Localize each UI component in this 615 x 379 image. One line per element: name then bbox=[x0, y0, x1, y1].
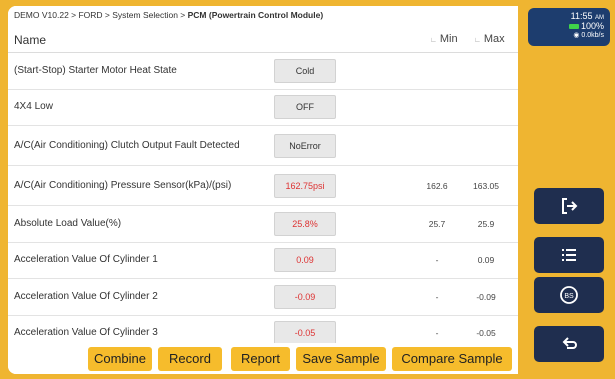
main-screen: DEMO V10.22 > FORD > System Selection > … bbox=[8, 6, 518, 374]
row-name: 4X4 Low bbox=[14, 101, 53, 113]
row-max: 0.09 bbox=[477, 255, 495, 266]
row-min: 25.7 bbox=[428, 218, 446, 229]
row-value: 162.75psi bbox=[274, 173, 336, 198]
row-name: A/C(Air Conditioning) Clutch Output Faul… bbox=[14, 139, 240, 151]
compare-sample-button[interactable]: Compare Sample bbox=[392, 347, 512, 371]
row-name: Acceleration Value Of Cylinder 1 bbox=[14, 254, 158, 266]
battery-level: 100% bbox=[580, 21, 604, 31]
status-panel: 11:55 AM 100% ◉ 0.0kb/s bbox=[528, 8, 610, 46]
row-value: -0.05 bbox=[274, 321, 336, 346]
row-name: (Start-Stop) Starter Motor Heat State bbox=[14, 64, 177, 76]
sort-icon: ∟ bbox=[474, 37, 481, 44]
row-max: -0.09 bbox=[476, 291, 496, 302]
report-button[interactable]: Report bbox=[231, 347, 290, 371]
table-row[interactable]: (Start-Stop) Starter Motor Heat State Co… bbox=[8, 53, 518, 90]
column-min[interactable]: ∟ Min bbox=[430, 33, 458, 45]
svg-text:BS: BS bbox=[564, 293, 574, 300]
breadcrumb-path: DEMO V10.22 > FORD > System Selection > bbox=[14, 10, 188, 20]
clock-time: 11:55 bbox=[570, 11, 593, 21]
exit-icon bbox=[562, 198, 578, 214]
row-value: OFF bbox=[274, 95, 336, 120]
row-name: Acceleration Value Of Cylinder 2 bbox=[14, 290, 158, 302]
bs-icon: BS bbox=[560, 286, 578, 304]
table-row[interactable]: Absolute Load Value(%) 25.8% 25.7 25.9 bbox=[8, 206, 518, 243]
row-min: 162.6 bbox=[426, 180, 448, 191]
row-value: 25.8% bbox=[274, 211, 336, 236]
record-button[interactable]: Record bbox=[158, 347, 222, 371]
clock: 11:55 AM bbox=[528, 8, 604, 21]
table-row[interactable]: A/C(Air Conditioning) Pressure Sensor(kP… bbox=[8, 166, 518, 206]
table-row[interactable]: Acceleration Value Of Cylinder 1 0.09 - … bbox=[8, 243, 518, 279]
column-max[interactable]: ∟ Max bbox=[474, 33, 505, 45]
back-button[interactable] bbox=[534, 326, 604, 362]
column-max-label: Max bbox=[483, 33, 505, 45]
table-row[interactable]: A/C(Air Conditioning) Clutch Output Faul… bbox=[8, 126, 518, 166]
column-name: Name bbox=[14, 33, 47, 47]
breadcrumb-current: PCM (Powertrain Control Module) bbox=[187, 10, 324, 20]
list-button[interactable] bbox=[534, 237, 604, 273]
bs-button[interactable]: BS bbox=[534, 277, 604, 313]
network-speed: 0.0kb/s bbox=[581, 32, 604, 39]
battery-indicator: 100% bbox=[528, 21, 604, 31]
save-sample-button[interactable]: Save Sample bbox=[296, 347, 386, 371]
breadcrumb: DEMO V10.22 > FORD > System Selection > … bbox=[8, 6, 518, 21]
row-value: -0.09 bbox=[274, 284, 336, 309]
combine-button[interactable]: Combine bbox=[88, 347, 152, 371]
row-name: A/C(Air Conditioning) Pressure Sensor(kP… bbox=[14, 179, 232, 191]
row-min: - bbox=[435, 255, 439, 266]
network-indicator: ◉ 0.0kb/s bbox=[528, 31, 604, 39]
row-value: 0.09 bbox=[274, 248, 336, 273]
data-table: (Start-Stop) Starter Motor Heat State Co… bbox=[8, 53, 518, 352]
exit-button[interactable] bbox=[534, 188, 604, 224]
row-max: -0.05 bbox=[476, 328, 496, 339]
back-icon bbox=[562, 337, 577, 349]
row-name: Absolute Load Value(%) bbox=[14, 217, 122, 229]
wifi-icon: ◉ bbox=[573, 32, 580, 39]
bottom-toolbar: Combine Record Report Save Sample Compar… bbox=[8, 343, 518, 374]
table-header: Name ∟ Min ∟ Max bbox=[8, 26, 518, 53]
row-max: 25.9 bbox=[477, 218, 495, 229]
row-min: - bbox=[435, 328, 439, 339]
sort-icon: ∟ bbox=[430, 37, 437, 44]
row-min: - bbox=[435, 291, 439, 302]
row-max: 163.05 bbox=[473, 180, 499, 191]
column-min-label: Min bbox=[439, 33, 458, 45]
row-value: NoError bbox=[274, 133, 336, 158]
row-value: Cold bbox=[274, 58, 336, 83]
row-name: Acceleration Value Of Cylinder 3 bbox=[14, 327, 158, 339]
battery-icon bbox=[568, 24, 579, 30]
list-icon bbox=[562, 249, 576, 261]
table-row[interactable]: Acceleration Value Of Cylinder 2 -0.09 -… bbox=[8, 279, 518, 316]
table-row[interactable]: 4X4 Low OFF bbox=[8, 90, 518, 126]
